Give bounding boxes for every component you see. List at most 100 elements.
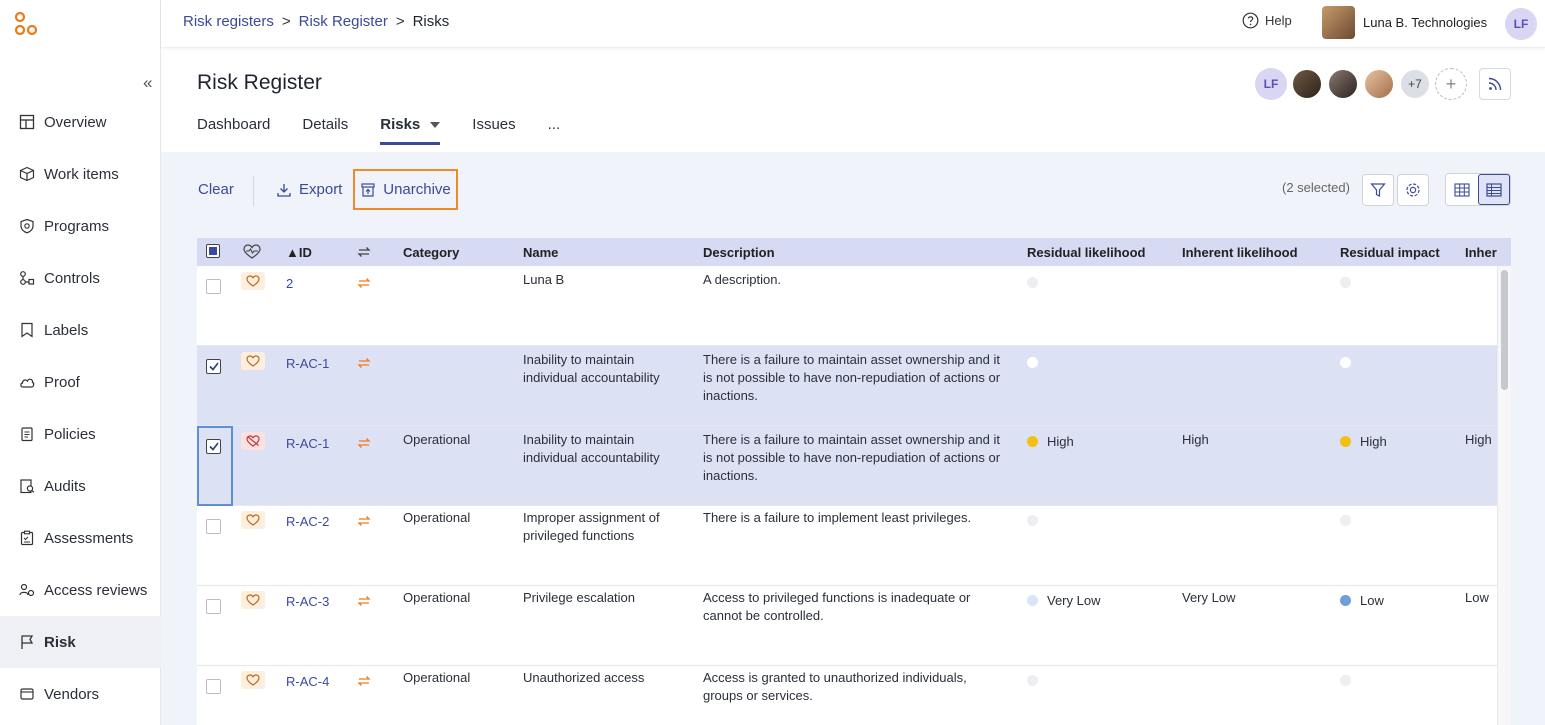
filter-button[interactable] <box>1362 174 1394 206</box>
table-header: ▲ID Category Name Description Residual l… <box>197 238 1511 266</box>
table-row[interactable]: R-AC-2 Operational Improper assignment o… <box>197 506 1497 586</box>
table-toolbar: Clear Export Unarchive (2 selected) <box>161 152 1545 224</box>
sync-icon[interactable] <box>357 514 371 528</box>
table-row[interactable]: R-AC-1 Operational Inability to maintain… <box>197 426 1497 506</box>
member-avatars: LF +7 + <box>1255 68 1467 100</box>
sidebar-item-controls[interactable]: Controls <box>0 252 161 304</box>
settings-button[interactable] <box>1397 174 1429 206</box>
column-header-inherent-impact[interactable]: Inher <box>1465 245 1497 260</box>
export-button[interactable]: Export <box>276 181 342 198</box>
table-row[interactable]: R-AC-4 Operational Unauthorized access A… <box>197 666 1497 725</box>
org-switcher[interactable]: Luna B. Technologies <box>1322 6 1487 39</box>
table-row[interactable]: R-AC-1 Inability to maintain individual … <box>197 346 1497 426</box>
grid-icon <box>1454 182 1470 197</box>
table-view-button[interactable] <box>1478 174 1510 205</box>
row-checkbox[interactable] <box>206 439 221 454</box>
sidebar-item-overview[interactable]: Overview <box>0 96 161 148</box>
column-header-residual-impact[interactable]: Residual impact <box>1340 245 1440 260</box>
checkbox-focus-ring <box>197 426 233 506</box>
rss-feed-button[interactable] <box>1479 68 1511 100</box>
unarchive-button[interactable]: Unarchive <box>353 169 458 210</box>
collapse-sidebar-icon[interactable]: « <box>143 74 152 91</box>
risk-id-link[interactable]: R-AC-4 <box>286 673 329 691</box>
table-row[interactable]: 2 Luna B A description. <box>197 266 1497 346</box>
sync-icon[interactable] <box>357 356 371 370</box>
column-header-name[interactable]: Name <box>523 245 558 260</box>
sidebar-item-risk[interactable]: Risk <box>0 616 161 668</box>
clear-button[interactable]: Clear <box>198 181 234 198</box>
select-all-checkbox[interactable] <box>206 244 220 258</box>
add-member-button[interactable]: + <box>1435 68 1467 100</box>
risk-id-link[interactable]: R-AC-2 <box>286 513 329 531</box>
health-column-icon[interactable] <box>243 244 261 260</box>
tab-details[interactable]: Details <box>302 116 348 145</box>
health-ok-icon <box>241 272 265 290</box>
risk-name: Improper assignment of privileged functi… <box>523 510 660 543</box>
row-checkbox[interactable] <box>206 359 221 374</box>
member-avatar-lf[interactable]: LF <box>1255 68 1287 100</box>
app-logo-icon[interactable] <box>13 11 39 37</box>
row-checkbox[interactable] <box>206 679 221 694</box>
sidebar-item-labels[interactable]: Labels <box>0 304 161 356</box>
member-avatar[interactable] <box>1291 68 1323 100</box>
sync-icon[interactable] <box>357 674 371 688</box>
member-avatar[interactable] <box>1363 68 1395 100</box>
table-row[interactable]: R-AC-3 Operational Privilege escalation … <box>197 586 1497 666</box>
risk-category: Operational <box>403 432 471 447</box>
sync-icon[interactable] <box>357 594 371 608</box>
risk-id-link[interactable]: R-AC-1 <box>286 355 329 373</box>
member-avatar[interactable] <box>1327 68 1359 100</box>
sync-column-icon[interactable] <box>357 245 371 259</box>
column-header-category[interactable]: Category <box>403 245 459 260</box>
flag-icon <box>18 633 36 651</box>
user-avatar[interactable]: LF <box>1505 8 1537 40</box>
rss-icon <box>1488 77 1502 91</box>
more-members-badge[interactable]: +7 <box>1399 68 1431 100</box>
residual-likelihood <box>1027 274 1047 292</box>
sidebar-item-label: Audits <box>44 477 86 495</box>
scrollbar-thumb[interactable] <box>1501 270 1508 390</box>
row-checkbox[interactable] <box>206 599 221 614</box>
sidebar-item-programs[interactable]: Programs <box>0 200 161 252</box>
risk-id-link[interactable]: 2 <box>286 275 293 293</box>
sidebar-item-vendors[interactable]: Vendors <box>0 668 161 720</box>
sidebar-item-access-reviews[interactable]: Access reviews <box>0 564 161 616</box>
column-header-description[interactable]: Description <box>703 245 775 260</box>
sidebar-item-label: Controls <box>44 269 100 287</box>
level-dot <box>1027 675 1038 686</box>
row-checkbox[interactable] <box>206 279 221 294</box>
sidebar-item-label: Risk <box>44 633 76 651</box>
risk-name: Inability to maintain individual account… <box>523 432 660 465</box>
table-scrollbar[interactable] <box>1497 266 1511 725</box>
topbar: Risk registers > Risk Register > Risks H… <box>161 0 1545 48</box>
sidebar: « Overview Work items Programs Controls … <box>0 0 161 725</box>
health-ok-icon <box>241 671 265 689</box>
chevron-down-icon[interactable] <box>430 121 441 128</box>
sync-icon[interactable] <box>357 436 371 450</box>
residual-likelihood: Very Low <box>1027 592 1100 610</box>
risk-description: There is a failure to maintain asset own… <box>703 352 1001 403</box>
sidebar-item-proof[interactable]: Proof <box>0 356 161 408</box>
breadcrumb-risk-register[interactable]: Risk Register <box>299 13 388 30</box>
tab-more[interactable]: ... <box>548 116 561 145</box>
risk-description: There is a failure to implement least pr… <box>703 510 972 525</box>
column-header-inherent-likelihood[interactable]: Inherent likelihood <box>1182 245 1298 260</box>
sidebar-item-audits[interactable]: Audits <box>0 460 161 512</box>
sync-icon[interactable] <box>357 276 371 290</box>
column-header-id[interactable]: ▲ID <box>286 245 312 260</box>
risk-id-link[interactable]: R-AC-3 <box>286 593 329 611</box>
sidebar-item-policies[interactable]: Policies <box>0 408 161 460</box>
tab-issues[interactable]: Issues <box>472 116 515 145</box>
risk-id-link[interactable]: R-AC-1 <box>286 435 329 453</box>
sidebar-item-work-items[interactable]: Work items <box>0 148 161 200</box>
breadcrumb-risk-registers[interactable]: Risk registers <box>183 13 274 30</box>
help-button[interactable]: Help <box>1242 12 1292 29</box>
tab-risks[interactable]: Risks <box>380 116 441 145</box>
tab-dashboard[interactable]: Dashboard <box>197 116 270 145</box>
residual-impact <box>1340 354 1360 372</box>
row-checkbox[interactable] <box>206 519 221 534</box>
grid-view-button[interactable] <box>1446 174 1478 205</box>
sidebar-item-assessments[interactable]: Assessments <box>0 512 161 564</box>
checkmark-icon <box>208 442 219 451</box>
column-header-residual-likelihood[interactable]: Residual likelihood <box>1027 245 1145 260</box>
